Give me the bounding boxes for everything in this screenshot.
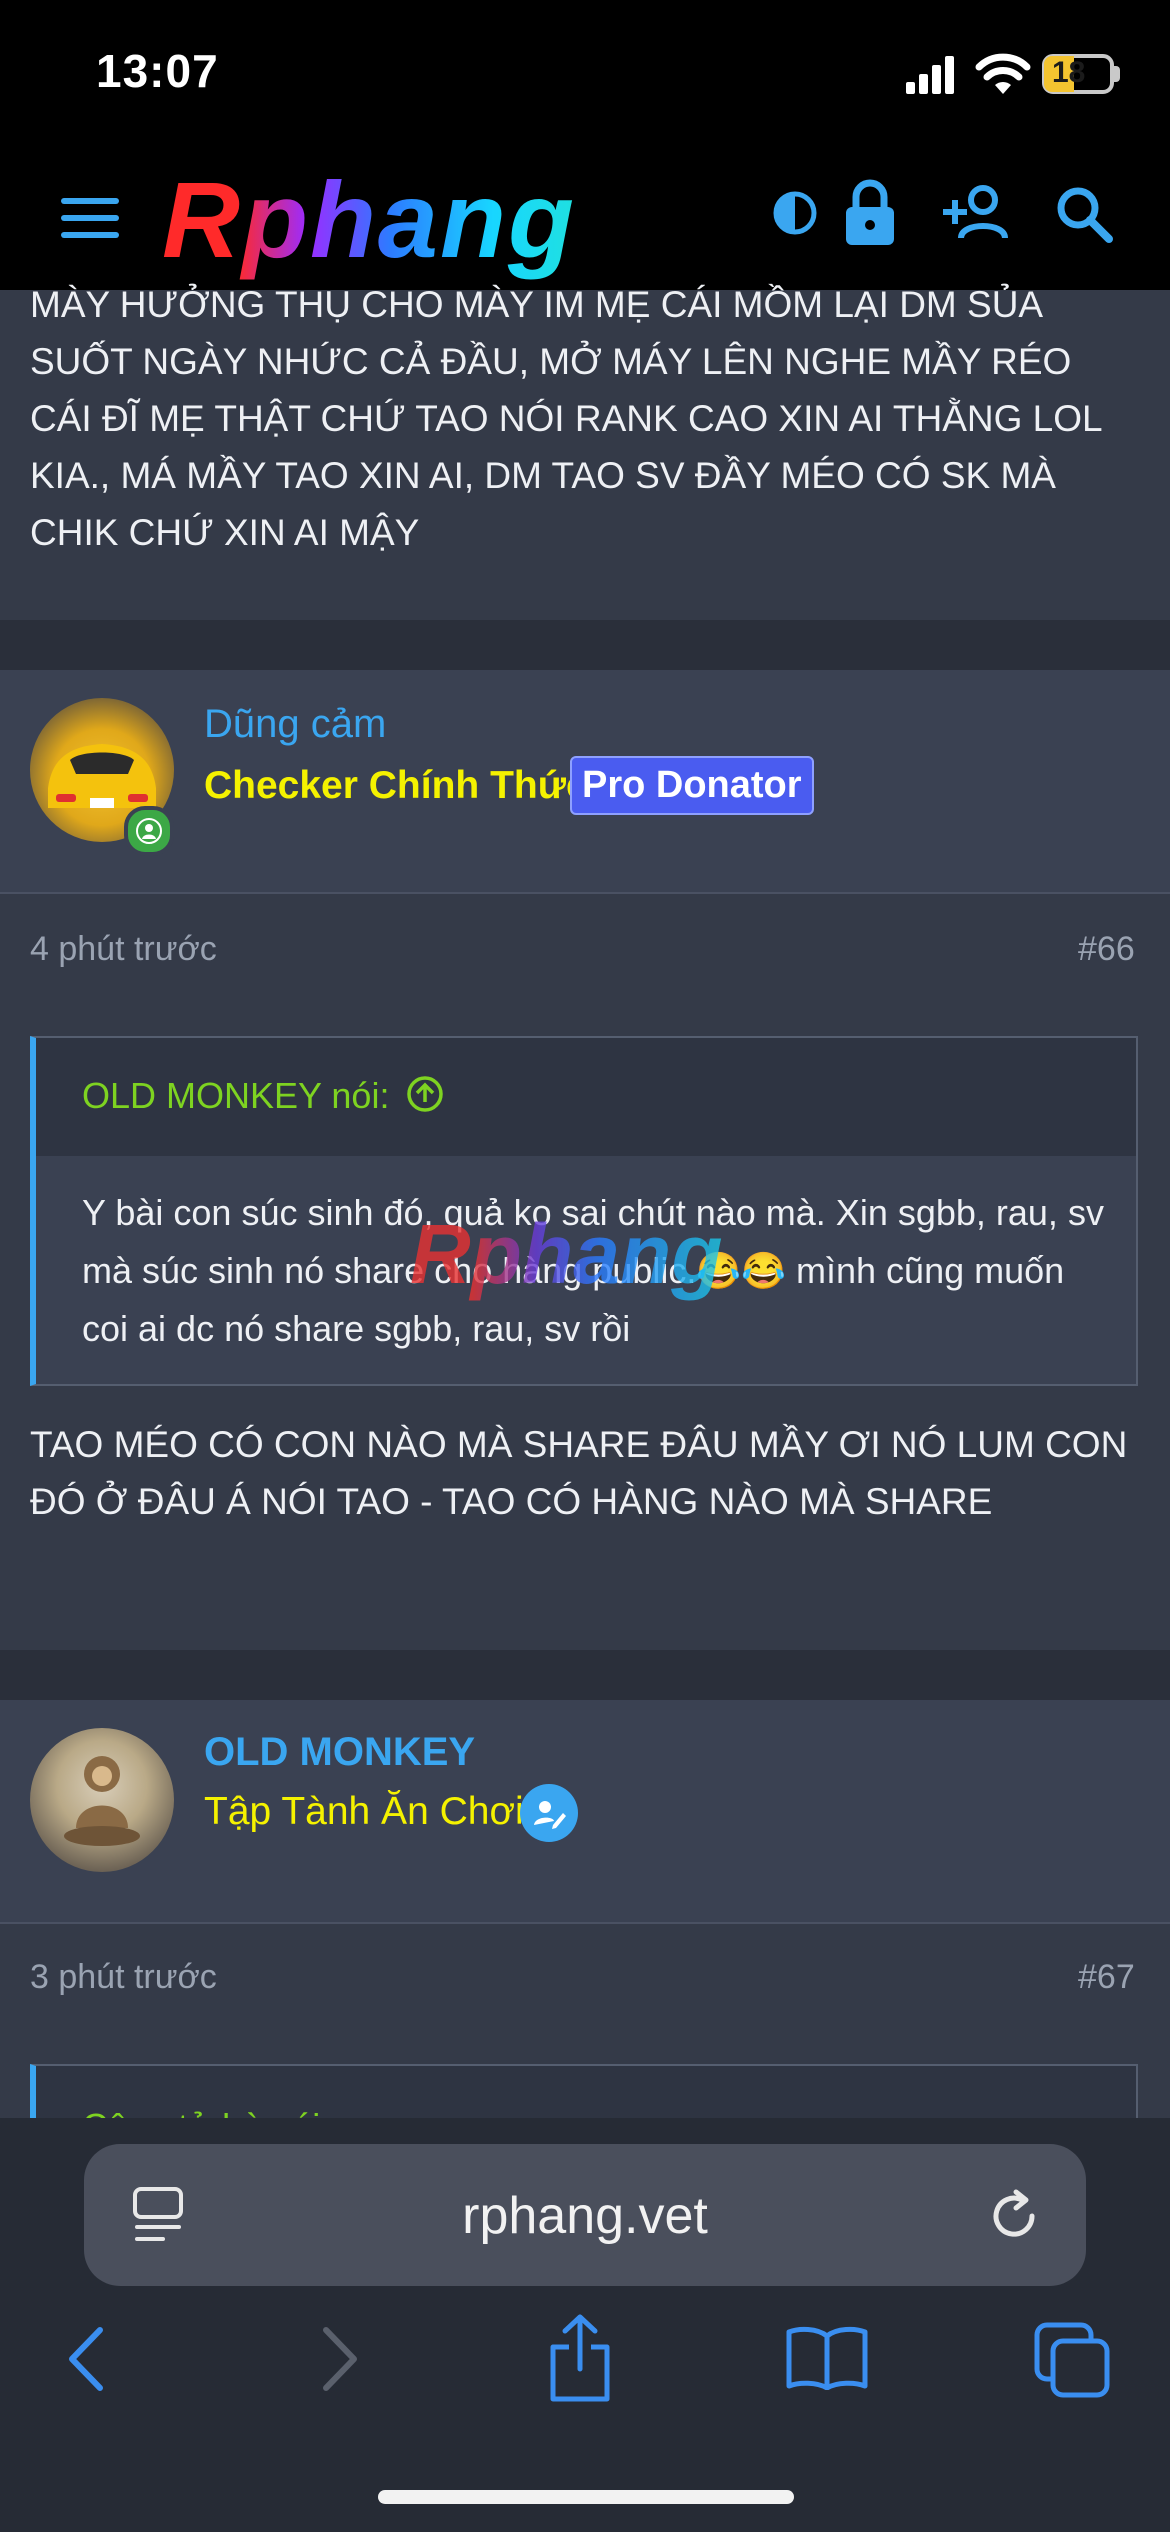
username[interactable]: OLD MONKEY [204,1730,475,1775]
add-user-icon[interactable] [940,182,1014,242]
post-body: MÀY HƯỞNG THỤ CHO MÀY IM MẸ CÁI MỒM LẠI … [30,284,1102,553]
share-icon[interactable] [544,2312,616,2404]
online-status-icon [124,806,174,856]
post-number[interactable]: #67 [1078,1958,1135,1997]
username[interactable]: Dũng cảm [204,702,386,747]
forward-icon [310,2324,370,2394]
site-logo[interactable]: Rphang [162,160,576,280]
battery-tip [1114,66,1120,82]
menu-icon[interactable] [58,190,122,246]
divider [0,1922,1170,1924]
user-badge: Pro Donator [570,756,814,815]
tabs-icon[interactable] [1032,2320,1112,2400]
divider [0,892,1170,894]
jump-up-icon[interactable] [405,1074,445,1114]
status-time: 13:07 [96,45,219,97]
back-icon[interactable] [56,2324,116,2394]
post-body: TAO MÉO CÓ CON NÀO MÀ SHARE ĐÂU MẦY ƠI N… [30,1424,1128,1522]
search-icon[interactable] [1054,184,1114,244]
wifi-icon [975,53,1031,94]
battery-percent: 18 [1052,56,1086,89]
reload-icon[interactable] [982,2184,1046,2248]
lock-icon[interactable] [840,178,900,248]
watermark-logo: Rphang [410,1207,723,1301]
avatar[interactable] [30,1728,174,1872]
user-title: Checker Chính Thức [204,764,588,807]
post-author-block [0,1698,1170,1924]
home-indicator[interactable] [378,2490,794,2504]
post-number[interactable]: #66 [1078,930,1135,969]
post-time[interactable]: 3 phút trước [30,1958,217,1997]
user-title: Tập Tành Ăn Chơi [204,1790,524,1833]
quote-author[interactable]: OLD MONKEY nói: [82,1074,445,1117]
contrast-icon[interactable] [770,188,820,238]
bookmarks-icon[interactable] [784,2322,870,2392]
post-time[interactable]: 4 phút trước [30,930,217,969]
cellular-signal-icon [906,56,954,94]
quote-author-label: OLD MONKEY nói: [82,1075,390,1116]
verified-icon [520,1784,578,1842]
